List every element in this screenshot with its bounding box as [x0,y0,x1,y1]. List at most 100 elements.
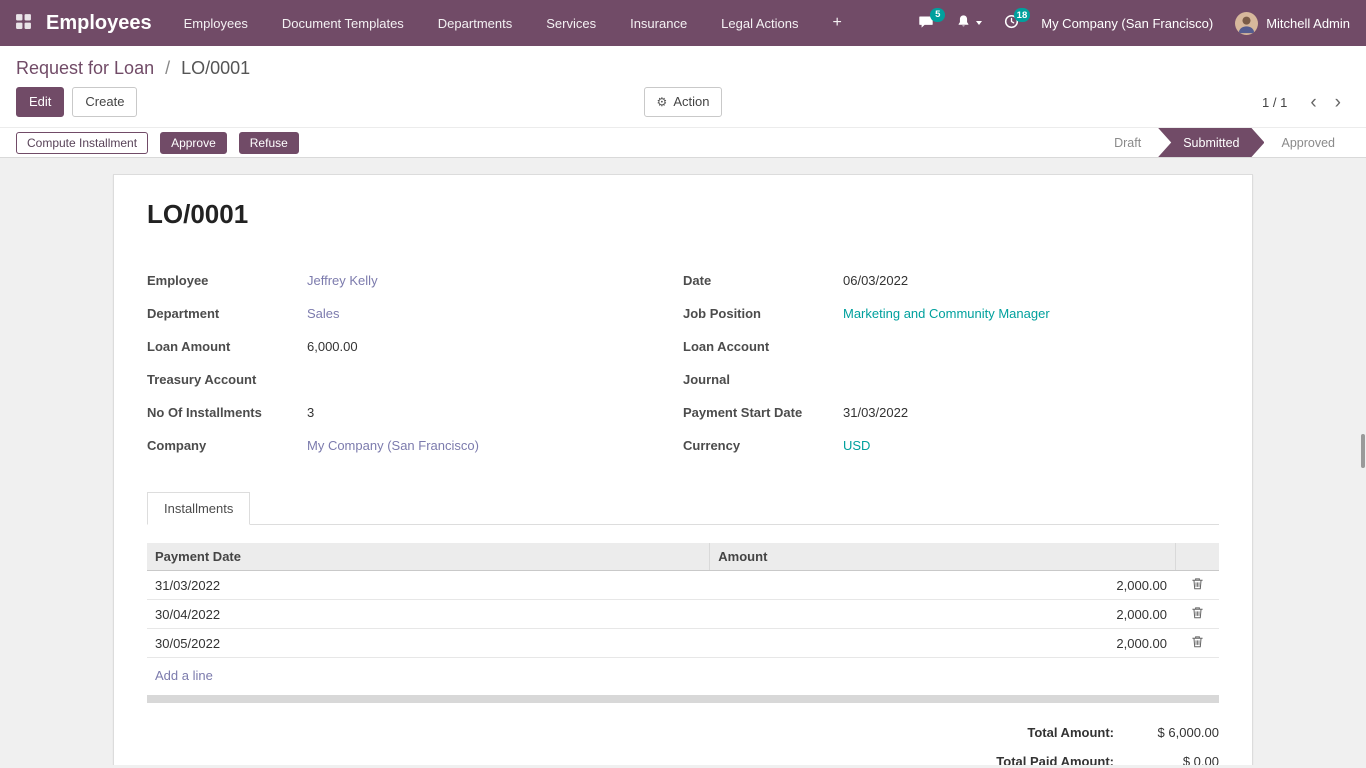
totals-block: Total Amount: $ 6,000.00 Total Paid Amou… [147,725,1219,765]
field-date: Date 06/03/2022 [683,266,1219,299]
total-paid-amount-row: Total Paid Amount: $ 0.00 [996,754,1219,765]
field-value-employee[interactable]: Jeffrey Kelly [307,273,378,292]
record-title: LO/0001 [147,199,1219,230]
field-label: Job Position [683,306,843,325]
state-draft[interactable]: Draft [1097,128,1158,157]
main-menu: Employees Document Templates Departments… [184,14,842,32]
field-department: Department Sales [147,299,683,332]
user-name: Mitchell Admin [1266,16,1350,31]
pager-count: 1 / 1 [1262,95,1287,110]
field-payment-start-date: Payment Start Date 31/03/2022 [683,398,1219,431]
action-button[interactable]: ⚙ Action [644,87,723,117]
form-view: LO/0001 Employee Jeffrey Kelly Departmen… [0,158,1366,765]
nav-item-employees[interactable]: Employees [184,16,248,31]
chevron-left-icon[interactable]: ‹ [1301,93,1325,112]
field-loan-account: Loan Account [683,332,1219,365]
breadcrumb-separator: / [165,58,170,78]
horizontal-scrollbar[interactable] [147,695,1219,703]
bell-icon [956,14,971,32]
activities-button[interactable]: 18 [1004,14,1019,32]
column-header-payment-date[interactable]: Payment Date [147,543,710,571]
breadcrumb: Request for Loan / LO/0001 [0,46,1366,81]
field-label: Currency [683,438,843,457]
column-header-actions [1175,543,1219,571]
field-value-loan-amount: 6,000.00 [307,339,358,358]
control-panel: Edit Create ⚙ Action 1 / 1 ‹ › [0,81,1366,127]
nav-item-departments[interactable]: Departments [438,16,512,31]
cell-amount: 2,000.00 [710,571,1175,600]
field-value-company[interactable]: My Company (San Francisco) [307,438,479,457]
field-value-job-position[interactable]: Marketing and Community Manager [843,306,1050,325]
systray: 5 18 My Company (San Francisco) Mitchell… [918,12,1350,35]
field-currency: Currency USD [683,431,1219,464]
apps-grid-icon [15,13,32,33]
add-a-line-link[interactable]: Add a line [147,660,221,691]
tab-installments[interactable]: Installments [147,492,250,525]
breadcrumb-current: LO/0001 [181,58,250,78]
field-label: Treasury Account [147,372,307,391]
column-header-amount[interactable]: Amount [710,543,1175,571]
field-company: Company My Company (San Francisco) [147,431,683,464]
notifications-button[interactable] [956,14,982,32]
app-name[interactable]: Employees [46,12,152,35]
trash-icon[interactable] [1191,635,1204,650]
installments-table: Payment Date Amount 31/03/2022 2,000.00 [147,543,1219,658]
field-label: Payment Start Date [683,405,843,424]
vertical-scrollbar-thumb[interactable] [1361,434,1365,468]
table-row[interactable]: 31/03/2022 2,000.00 [147,571,1219,600]
action-button-label: Action [673,93,709,111]
refuse-button[interactable]: Refuse [239,132,299,154]
nav-add-icon[interactable]: + [833,14,842,32]
nav-item-services[interactable]: Services [546,16,596,31]
state-submitted[interactable]: Submitted [1158,128,1264,157]
user-menu[interactable]: Mitchell Admin [1235,12,1350,35]
total-amount-label: Total Amount: [1027,725,1114,740]
trash-icon[interactable] [1191,606,1204,621]
nav-item-legal-actions[interactable]: Legal Actions [721,16,798,31]
field-value-department[interactable]: Sales [307,306,340,325]
cell-amount: 2,000.00 [710,600,1175,629]
messages-button[interactable]: 5 [918,14,934,33]
messages-badge: 5 [930,8,945,22]
edit-button[interactable]: Edit [16,87,64,117]
field-journal: Journal [683,365,1219,398]
apps-menu-button[interactable] [0,0,46,46]
cell-payment-date: 30/04/2022 [147,600,710,629]
cell-amount: 2,000.00 [710,629,1175,658]
field-value-no-of-installments: 3 [307,405,314,424]
field-value-payment-start-date: 31/03/2022 [843,405,908,424]
activities-badge: 18 [1014,8,1031,22]
nav-item-insurance[interactable]: Insurance [630,16,687,31]
table-row[interactable]: 30/05/2022 2,000.00 [147,629,1219,658]
statusbar: Compute Installment Approve Refuse Draft… [0,127,1366,158]
field-value-date: 06/03/2022 [843,273,908,292]
gear-icon: ⚙ [657,96,668,108]
create-button[interactable]: Create [72,87,137,117]
field-label: Employee [147,273,307,292]
cell-payment-date: 30/05/2022 [147,629,710,658]
state-approved[interactable]: Approved [1264,128,1352,157]
field-label: Department [147,306,307,325]
field-job-position: Job Position Marketing and Community Man… [683,299,1219,332]
total-paid-amount-label: Total Paid Amount: [996,754,1114,765]
user-avatar [1235,12,1258,35]
company-switcher[interactable]: My Company (San Francisco) [1041,16,1213,31]
field-employee: Employee Jeffrey Kelly [147,266,683,299]
field-no-of-installments: No Of Installments 3 [147,398,683,431]
trash-icon[interactable] [1191,577,1204,592]
breadcrumb-parent[interactable]: Request for Loan [16,58,154,78]
compute-installment-button[interactable]: Compute Installment [16,132,148,154]
field-label: No Of Installments [147,405,307,424]
field-value-currency[interactable]: USD [843,438,870,457]
field-loan-amount: Loan Amount 6,000.00 [147,332,683,365]
field-label: Date [683,273,843,292]
nav-item-document-templates[interactable]: Document Templates [282,16,404,31]
notebook-tabs: Installments [147,492,1219,525]
caret-down-icon [976,21,982,25]
table-row[interactable]: 30/04/2022 2,000.00 [147,600,1219,629]
chevron-right-icon[interactable]: › [1326,93,1350,112]
approve-button[interactable]: Approve [160,132,227,154]
form-sheet: LO/0001 Employee Jeffrey Kelly Departmen… [113,174,1253,765]
field-group: Employee Jeffrey Kelly Department Sales … [147,266,1219,464]
field-label: Loan Account [683,339,843,358]
